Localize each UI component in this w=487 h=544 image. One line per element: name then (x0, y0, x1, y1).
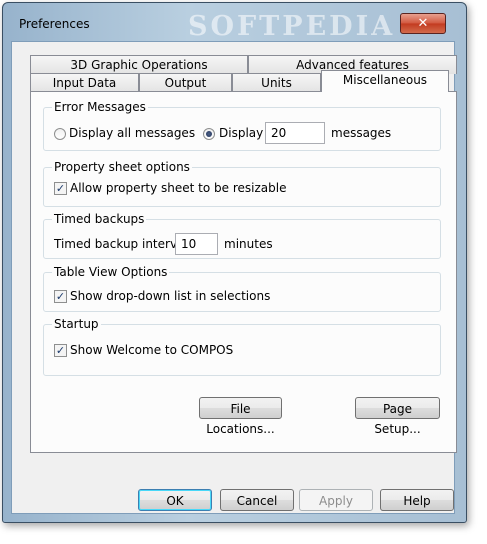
tab-label: Miscellaneous (342, 73, 428, 87)
group-title: Timed backups (52, 212, 147, 226)
display-count-radio[interactable] (203, 128, 215, 140)
check-icon: ✓ (55, 290, 66, 303)
display-all-messages-radio[interactable] (54, 128, 66, 140)
tab-output[interactable]: Output (139, 73, 232, 92)
display-all-messages-label[interactable]: Display all messages (69, 126, 195, 140)
miscellaneous-panel: Error Messages Display all messages Disp… (30, 91, 457, 453)
message-count-input[interactable] (265, 122, 325, 144)
display-count-label[interactable]: Display (219, 126, 263, 140)
close-button[interactable]: ✕ (400, 13, 446, 34)
startup-group: Startup ✓ Show Welcome to COMPOS (43, 317, 441, 376)
messages-suffix-label: messages (331, 126, 392, 140)
dropdown-list-checkbox[interactable]: ✓ (54, 290, 67, 303)
group-title: Property sheet options (52, 160, 192, 174)
apply-button[interactable]: Apply (299, 489, 373, 511)
dropdown-list-label[interactable]: Show drop-down list in selections (70, 289, 270, 303)
preferences-window: Preferences SOFTPEDIA ✕ 3D Graphic Opera… (2, 2, 467, 523)
tab-input-data[interactable]: Input Data (30, 73, 139, 92)
tab-label: Output (164, 76, 207, 90)
tab-3d-graphic-operations[interactable]: 3D Graphic Operations (30, 55, 248, 74)
group-title: Table View Options (52, 265, 170, 279)
welcome-label[interactable]: Show Welcome to COMPOS (70, 343, 233, 357)
timed-backups-group: Timed backups Timed backup interval minu… (43, 212, 441, 259)
backup-interval-input[interactable] (175, 233, 218, 255)
page-setup-button[interactable]: Page Setup... (355, 397, 440, 436)
welcome-checkbox[interactable]: ✓ (54, 344, 67, 357)
property-sheet-group: Property sheet options ✓ Allow property … (43, 160, 441, 207)
softpedia-watermark: SOFTPEDIA (188, 11, 396, 42)
ok-button[interactable]: OK (138, 489, 212, 511)
window-title: Preferences (19, 17, 90, 31)
group-title: Error Messages (52, 100, 148, 114)
resizable-label[interactable]: Allow property sheet to be resizable (70, 181, 286, 195)
tab-miscellaneous[interactable]: Miscellaneous (321, 70, 449, 92)
minutes-suffix-label: minutes (224, 237, 273, 251)
help-button[interactable]: Help (380, 489, 454, 511)
check-icon: ✓ (55, 344, 66, 357)
dialog-client-area: 3D Graphic Operations Advanced features … (11, 41, 457, 514)
tab-label: Units (261, 76, 292, 90)
check-icon: ✓ (55, 182, 66, 195)
group-title: Startup (52, 317, 101, 331)
tab-units[interactable]: Units (232, 73, 321, 92)
close-icon: ✕ (417, 16, 429, 31)
backup-interval-label: Timed backup interval (54, 237, 188, 251)
resizable-checkbox[interactable]: ✓ (54, 182, 67, 195)
title-bar[interactable]: Preferences SOFTPEDIA ✕ (3, 3, 466, 42)
table-view-group: Table View Options ✓ Show drop-down list… (43, 265, 441, 312)
cancel-button[interactable]: Cancel (220, 489, 294, 511)
file-locations-button[interactable]: File Locations... (199, 397, 282, 436)
error-messages-group: Error Messages Display all messages Disp… (43, 100, 441, 151)
tab-label: Input Data (52, 76, 117, 90)
tab-label: 3D Graphic Operations (70, 58, 208, 72)
